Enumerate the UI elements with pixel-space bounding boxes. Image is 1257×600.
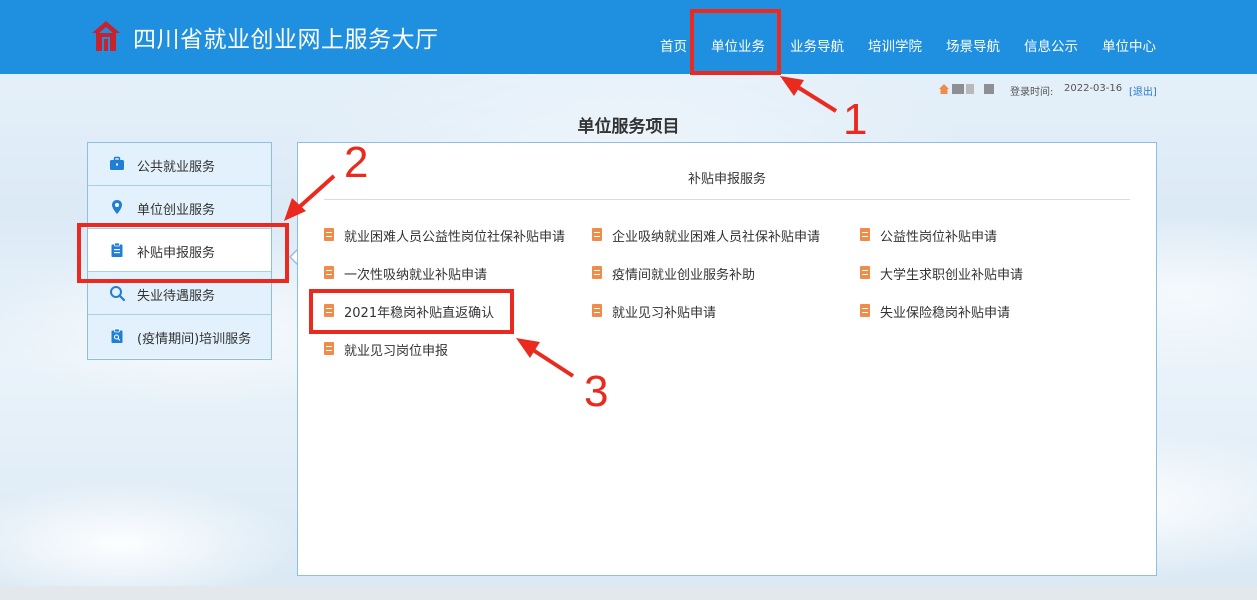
home-icon (939, 84, 949, 94)
document-icon (592, 266, 602, 279)
service-link-label: 一次性吸纳就业补贴申请 (344, 268, 488, 283)
panel-title: 补贴申报服务 (687, 172, 766, 187)
annotation-box-1 (690, 9, 781, 75)
subsidy-services-panel: 补贴申报服务 就业困难人员公益性岗位社保补贴申请 企业吸纳就业困难人员社保补贴申… (297, 142, 1157, 576)
document-icon (324, 266, 334, 279)
document-icon (592, 228, 602, 241)
service-link-label: 大学生求职创业补贴申请 (880, 268, 1024, 283)
service-link-label: 疫情间就业创业服务补助 (612, 268, 756, 283)
nav-home[interactable]: 首页 (660, 35, 687, 55)
top-header: 四川省就业创业网上服务大厅 首页 单位业务 业务导航 培训学院 场景导航 信息公… (0, 0, 1257, 74)
service-link-label: 失业保险稳岗补贴申请 (880, 306, 1011, 321)
menu-item-public-employment[interactable]: 公共就业服务 (88, 143, 271, 186)
document-icon (592, 304, 602, 317)
nav-scene-guide[interactable]: 场景导航 (946, 35, 1000, 55)
menu-item-label: 失业待遇服务 (137, 289, 216, 304)
service-link-label: 就业见习补贴申请 (612, 306, 717, 321)
masked-username (966, 84, 974, 94)
site-title[interactable]: 四川省就业创业网上服务大厅 (133, 20, 439, 54)
briefcase-icon (110, 156, 124, 170)
service-link-label: 就业见习岗位申报 (344, 344, 449, 359)
document-icon (860, 266, 870, 279)
page-title: 单位服务项目 (577, 117, 680, 137)
document-icon (324, 342, 334, 355)
document-icon (860, 304, 870, 317)
menu-item-label: 公共就业服务 (137, 160, 216, 175)
nav-info-notice[interactable]: 信息公示 (1024, 35, 1078, 55)
annotation-box-2 (77, 223, 289, 283)
annotation-number-2: 2 (344, 138, 369, 187)
clipboard-search-icon (111, 328, 123, 343)
masked-username (984, 84, 994, 94)
nav-business-guide[interactable]: 业务导航 (790, 35, 844, 55)
document-icon (860, 228, 870, 241)
search-icon (110, 286, 125, 301)
annotation-box-3 (309, 289, 514, 334)
annotation-number-3: 3 (584, 367, 609, 416)
menu-item-epidemic-training[interactable]: (疫情期间)培训服务 (88, 315, 271, 358)
location-pin-icon (112, 200, 122, 214)
login-time-label: 登录时间: (1010, 87, 1054, 98)
service-link-label: 企业吸纳就业困难人员社保补贴申请 (612, 230, 821, 245)
footer-strip (0, 586, 1257, 600)
annotation-number-1: 1 (843, 95, 868, 144)
divider (324, 199, 1130, 200)
nav-training-academy[interactable]: 培训学院 (868, 35, 922, 55)
logout-link[interactable]: [退出] (1129, 83, 1157, 98)
login-date: 2022-03-16 (1064, 83, 1123, 94)
service-link-label: 公益性岗位补贴申请 (880, 230, 998, 245)
site-logo-icon (92, 21, 120, 51)
document-icon (324, 228, 334, 241)
masked-username (952, 84, 964, 94)
service-link-label: 就业困难人员公益性岗位社保补贴申请 (344, 230, 566, 245)
nav-unit-center[interactable]: 单位中心 (1102, 35, 1156, 55)
menu-item-label: 单位创业服务 (137, 203, 216, 218)
menu-item-label: (疫情期间)培训服务 (137, 332, 252, 347)
